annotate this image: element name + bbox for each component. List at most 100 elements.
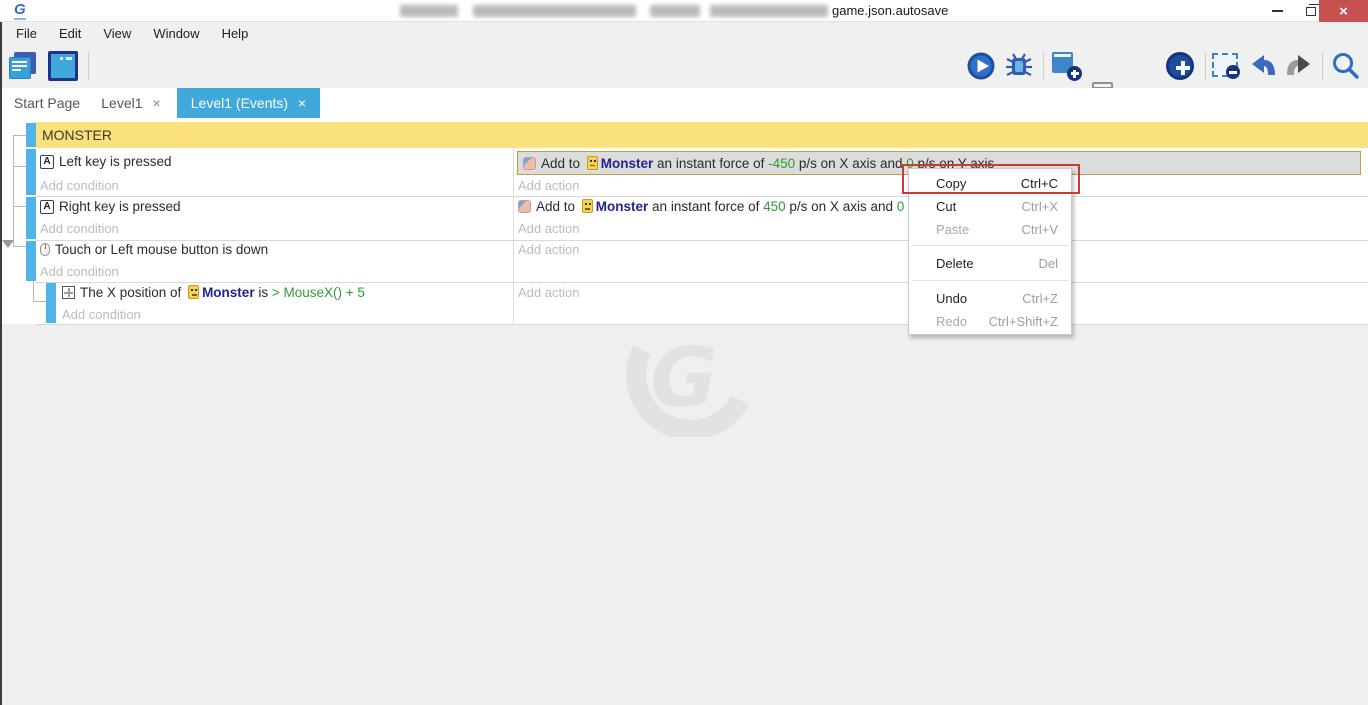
minimize-button[interactable] (1262, 0, 1292, 22)
add-circle-icon[interactable] (1166, 52, 1194, 80)
menu-shortcut: Ctrl+Shift+Z (989, 314, 1058, 329)
collapse-arrow-icon[interactable] (2, 240, 14, 248)
scene-editor-icon[interactable] (48, 51, 78, 81)
add-action-link[interactable]: Add action (518, 242, 579, 257)
condition-text: Touch or Left mouse button is down (55, 242, 268, 257)
text-segment: an instant force of (653, 156, 768, 171)
add-action-link[interactable]: Add action (518, 285, 579, 300)
event-color-bar (26, 149, 36, 195)
position-icon (62, 286, 75, 299)
text-segment: The X position of (80, 285, 185, 300)
text-segment: Monster (202, 285, 255, 300)
menu-item-delete[interactable]: Delete Del (910, 252, 1070, 274)
condition-action-divider (513, 148, 514, 324)
close-button[interactable]: × (1319, 0, 1368, 22)
tab-label: Level1 (101, 95, 142, 111)
event-group-header[interactable]: MONSTER (36, 122, 1368, 148)
add-condition-link[interactable]: Add condition (40, 221, 119, 236)
keyboard-key-icon: A (40, 200, 54, 214)
text-segment: > MouseX() + 5 (272, 285, 365, 300)
debug-icon[interactable] (1004, 51, 1034, 81)
row-separator (36, 240, 1368, 241)
menu-view[interactable]: View (93, 24, 141, 43)
force-icon (518, 200, 531, 213)
toolbar-separator (1322, 52, 1323, 80)
menu-label: Redo (936, 314, 989, 329)
condition[interactable]: Touch or Left mouse button is down (40, 242, 268, 257)
close-icon: × (1339, 3, 1348, 20)
title-redacted-block (710, 5, 828, 17)
menu-item-redo[interactable]: Redo Ctrl+Shift+Z (910, 310, 1070, 332)
undo-icon[interactable] (1248, 51, 1278, 81)
copy-highlight-annotation (902, 164, 1080, 194)
condition-text: Left key is pressed (59, 154, 172, 169)
keyboard-key-icon: A (40, 155, 54, 169)
text-segment: 450 (763, 199, 786, 214)
title-redacted-block (650, 5, 700, 17)
window-title: game.json.autosave (832, 3, 948, 18)
tab-close-icon[interactable]: × (298, 95, 306, 111)
subevent-color-bar (46, 283, 56, 323)
mouse-icon (40, 243, 50, 256)
menu-file[interactable]: File (6, 24, 47, 43)
tab-start-page[interactable]: Start Page (4, 88, 90, 118)
tree-line (13, 135, 26, 136)
window-left-border (0, 22, 2, 705)
tree-line (13, 135, 14, 247)
text-segment: p/s on X axis and (795, 156, 906, 171)
text-segment: p/s on X axis and (786, 199, 897, 214)
condition[interactable]: A Right key is pressed (40, 199, 181, 214)
add-action-link[interactable]: Add action (518, 221, 579, 236)
tab-label: Level1 (Events) (191, 95, 288, 111)
menu-help[interactable]: Help (212, 24, 259, 43)
tab-level1[interactable]: Level1 × (92, 88, 170, 118)
title-bar: G game.json.autosave × (0, 0, 1368, 22)
deselect-icon[interactable] (1212, 53, 1238, 77)
gdevelop-window: G game.json.autosave × File Edit View Wi… (0, 0, 1368, 705)
tree-line (13, 206, 26, 207)
text-segment: Monster (596, 199, 649, 214)
add-action-link[interactable]: Add action (518, 178, 579, 193)
subevent-condition[interactable]: The X position of Monster is > MouseX() … (62, 285, 365, 300)
text-segment: an instant force of (648, 199, 763, 214)
doc-line (12, 61, 27, 63)
monster-icon (587, 156, 598, 170)
menu-window[interactable]: Window (143, 24, 209, 43)
tab-level1-events[interactable]: Level1 (Events) × (177, 88, 320, 118)
toolbar-separator (88, 52, 89, 80)
add-condition-link[interactable]: Add condition (40, 178, 119, 193)
force-icon (523, 157, 536, 170)
menu-shortcut: Ctrl+Z (1022, 291, 1058, 306)
redo-icon[interactable] (1284, 51, 1314, 81)
row-separator (36, 196, 1368, 197)
plus-badge (1067, 66, 1082, 81)
event-color-bar (26, 241, 36, 281)
start-page-icon[interactable] (8, 51, 38, 81)
condition-text: The X position of Monster is > MouseX() … (80, 285, 365, 300)
gdevelop-watermark-logo: G (612, 322, 762, 437)
menu-shortcut: Ctrl+X (1022, 199, 1058, 214)
menu-item-cut[interactable]: Cut Ctrl+X (910, 195, 1070, 217)
group-label: MONSTER (42, 127, 112, 143)
monster-icon (582, 199, 593, 213)
toolbar-separator (1043, 52, 1044, 80)
tab-close-icon[interactable]: × (153, 95, 161, 111)
menu-item-undo[interactable]: Undo Ctrl+Z (910, 287, 1070, 309)
add-condition-link[interactable]: Add condition (40, 264, 119, 279)
text-segment: Add to (536, 199, 579, 214)
monster-icon (188, 285, 199, 299)
menu-edit[interactable]: Edit (49, 24, 91, 43)
minus-badge (1226, 65, 1240, 79)
menu-shortcut: Del (1038, 256, 1058, 271)
title-redacted-block (400, 5, 458, 17)
search-icon[interactable] (1330, 51, 1360, 81)
text-segment: Add to (541, 156, 584, 171)
text-segment: -450 (768, 156, 795, 171)
menu-label: Undo (936, 291, 1022, 306)
condition[interactable]: A Left key is pressed (40, 154, 172, 169)
add-condition-link[interactable]: Add condition (62, 307, 141, 322)
toolbar-separator (1205, 52, 1206, 80)
play-icon[interactable] (966, 51, 996, 81)
menu-item-paste[interactable]: Paste Ctrl+V (910, 218, 1070, 240)
add-event-icon[interactable] (1052, 51, 1082, 81)
